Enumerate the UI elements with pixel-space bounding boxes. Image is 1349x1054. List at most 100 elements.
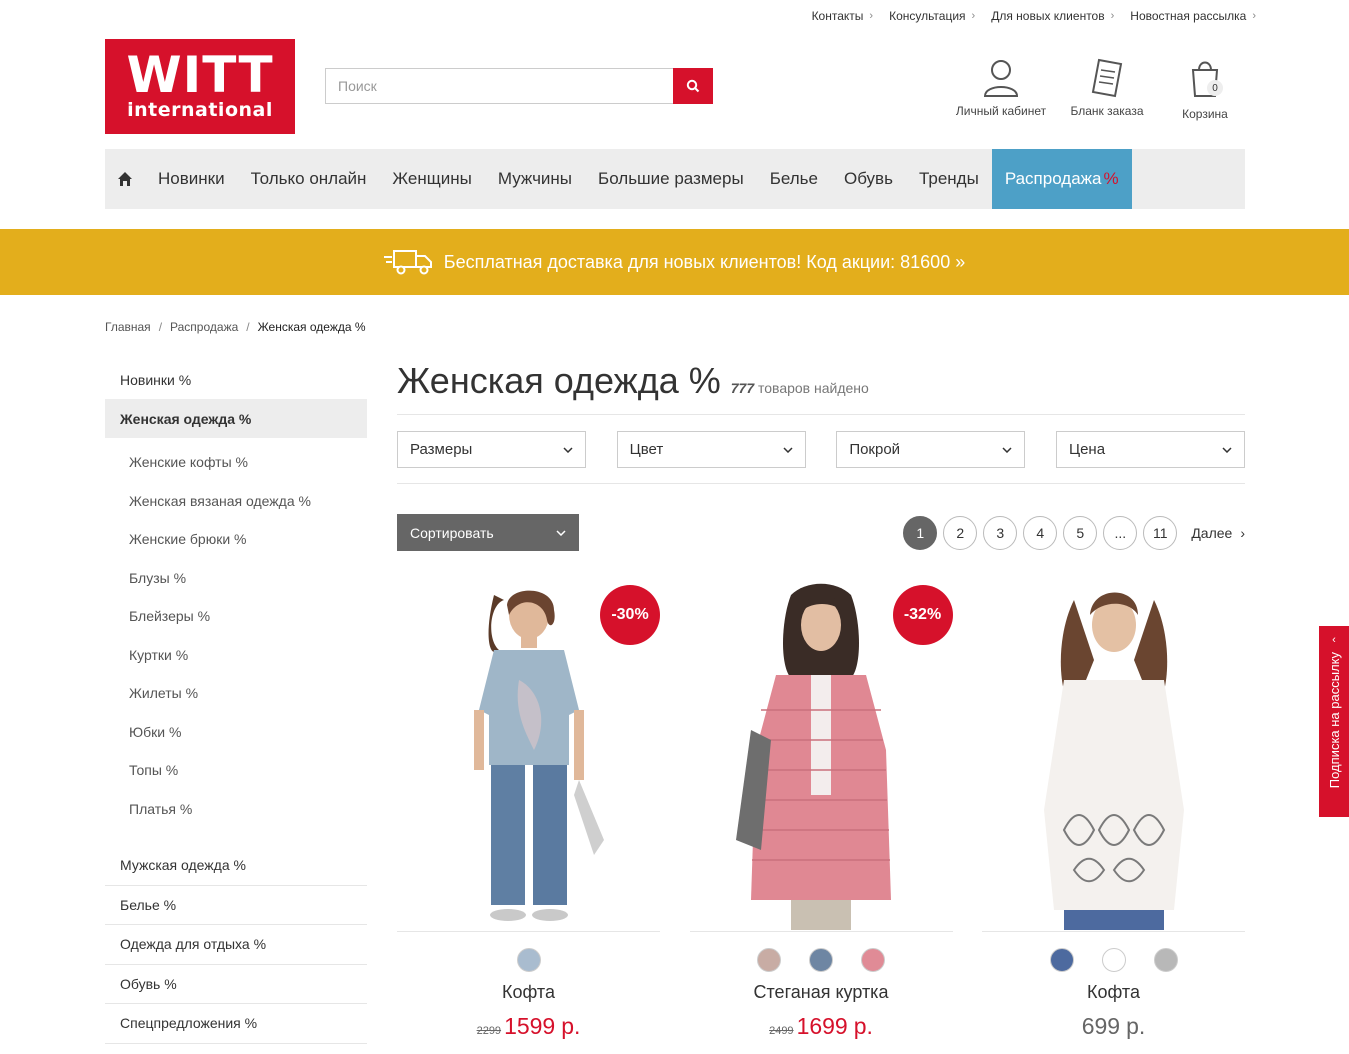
cart-icon-wrap: 0 [1185, 56, 1225, 103]
color-swatch[interactable] [516, 948, 541, 972]
search-icon [686, 79, 700, 93]
nav-item-shoes[interactable]: Обувь [831, 149, 906, 209]
nav-item-plus-sizes[interactable]: Большие размеры [585, 149, 757, 209]
page-button[interactable]: 5 [1063, 515, 1098, 550]
filter-price[interactable]: Цена [1055, 431, 1245, 468]
sidebar-subitem[interactable]: Жилеты % [105, 674, 367, 713]
search-input[interactable] [325, 68, 673, 104]
page-button[interactable]: 2 [943, 515, 978, 550]
discount-badge: -32% [892, 585, 953, 645]
promo-text: Бесплатная доставка для новых клиентов! … [443, 251, 966, 272]
sidebar-item-new[interactable]: Новинки % [105, 360, 367, 399]
currency: р. [1126, 1013, 1146, 1039]
search-button[interactable] [673, 68, 713, 104]
nav-item-trends[interactable]: Тренды [906, 149, 992, 209]
sidebar-subitem[interactable]: Женские кофты % [105, 443, 367, 482]
sidebar-item-special-offers[interactable]: Спецпредложения % [105, 1004, 367, 1044]
sidebar-item-shoes[interactable]: Обувь % [105, 965, 367, 1004]
filter-fit[interactable]: Покрой [836, 431, 1026, 468]
page-button[interactable]: 4 [1023, 515, 1058, 550]
next-page-link[interactable]: Далее › [1191, 525, 1245, 541]
page-button-last[interactable]: 11 [1143, 515, 1178, 550]
currency: р. [853, 1013, 873, 1039]
page-button-current[interactable]: 1 [903, 515, 938, 550]
chevron-down-icon [1002, 446, 1012, 453]
sidebar-subitem[interactable]: Женская вязаная одежда % [105, 482, 367, 521]
result-count: 777 товаров найдено [730, 380, 869, 396]
logo-wordmark: WITT [126, 45, 274, 104]
sidebar-subitem[interactable]: Блузы % [105, 559, 367, 598]
model-photo-white-top [1043, 592, 1184, 930]
product-name[interactable]: Кофта [397, 982, 660, 1003]
product-grid: -30% Кофта 2299 1599 р. -32% Стеганая ку… [397, 580, 1245, 1040]
top-link-consultation[interactable]: Консультация › [889, 9, 975, 23]
sale-price: 1699 [796, 1013, 848, 1039]
product-card[interactable]: Кофта 699 р. [982, 580, 1245, 1040]
sidebar-subitem[interactable]: Женские брюки % [105, 520, 367, 559]
cart-link[interactable]: 0 Корзина [1162, 56, 1248, 121]
chevron-right-icon: › [1240, 524, 1245, 541]
order-form-link[interactable]: Бланк заказа [1052, 56, 1162, 121]
home-link[interactable] [105, 171, 145, 187]
filter-color[interactable]: Цвет [616, 431, 806, 468]
filter-sizes[interactable]: Размеры [397, 431, 586, 468]
color-swatch[interactable] [809, 948, 833, 972]
sidebar-subitem[interactable]: Топы % [105, 751, 367, 790]
breadcrumb-home[interactable]: Главная [105, 320, 151, 334]
sidebar-item-mens-clothing[interactable]: Мужская одежда % [105, 846, 367, 886]
chevron-up-icon: ‹ [1332, 634, 1336, 646]
newsletter-side-tab[interactable]: ‹ Подписка на рассылку [1319, 626, 1349, 817]
product-card[interactable]: -32% Стеганая куртка 2499 1699 р. [689, 580, 953, 1040]
sidebar-subitem[interactable]: Юбки % [105, 713, 367, 752]
newsletter-tab-label: Подписка на рассылку [1326, 652, 1342, 789]
product-image[interactable] [982, 580, 1245, 932]
top-link-new-clients[interactable]: Для новых клиентов › [991, 9, 1114, 23]
main-nav: Новинки Только онлайн Женщины Мужчины Бо… [105, 149, 1245, 209]
page-button[interactable]: 3 [983, 515, 1018, 550]
model-photo-quilted-jacket [736, 583, 891, 930]
pagination: 1 2 3 4 5 ... 11 Далее › [903, 515, 1245, 550]
breadcrumb-sale[interactable]: Распродажа [170, 320, 238, 334]
nav-item-new[interactable]: Новинки [145, 149, 238, 209]
product-name[interactable]: Кофта [982, 982, 1245, 1003]
search-bar [325, 68, 713, 104]
color-swatch[interactable] [1049, 948, 1074, 972]
logo[interactable]: WITT international [105, 39, 295, 134]
color-swatch[interactable] [1101, 948, 1126, 972]
product-card[interactable]: -30% Кофта 2299 1599 р. [397, 580, 660, 1040]
chevron-down-icon [1222, 446, 1232, 453]
nav-item-sale[interactable]: Распродажа% [991, 149, 1132, 209]
top-link-newsletter[interactable]: Новостная рассылка › [1130, 9, 1256, 23]
page-title: Женская одежда % [397, 360, 721, 401]
nav-item-online-only[interactable]: Только онлайн [238, 149, 380, 209]
breadcrumb-separator: / [158, 320, 163, 334]
page-ellipsis[interactable]: ... [1103, 515, 1138, 550]
color-swatch[interactable] [1153, 948, 1178, 972]
sidebar-subitem[interactable]: Блейзеры % [105, 597, 367, 636]
chevron-right-icon: › [869, 10, 874, 22]
product-image[interactable]: -32% [689, 580, 953, 932]
old-price: 2299 [476, 1025, 502, 1037]
color-swatch[interactable] [757, 948, 781, 972]
color-swatch[interactable] [861, 948, 885, 972]
nav-item-lingerie[interactable]: Белье [757, 149, 831, 209]
sidebar-subitem[interactable]: Куртки % [105, 636, 367, 675]
sidebar-subitem[interactable]: Платья % [105, 790, 367, 829]
chevron-down-icon [783, 446, 793, 453]
sidebar-item-lingerie[interactable]: Белье % [105, 886, 367, 925]
sort-pager-row: Сортировать 1 2 3 4 5 ... 11 Далее › [397, 514, 1245, 551]
nav-item-women[interactable]: Женщины [379, 149, 484, 209]
sort-dropdown[interactable]: Сортировать [397, 514, 579, 551]
sidebar-item-womens-clothing[interactable]: Женская одежда % [105, 399, 367, 438]
sidebar-item-leisurewear[interactable]: Одежда для отдыха % [105, 925, 367, 965]
product-name[interactable]: Стеганая куртка [690, 982, 953, 1003]
nav-item-men[interactable]: Мужчины [485, 149, 585, 209]
top-link-contacts[interactable]: Контакты › [812, 9, 874, 23]
chevron-right-icon: › [1252, 10, 1256, 22]
account-link[interactable]: Личный кабинет [950, 56, 1052, 121]
cart-count: 0 [1207, 80, 1223, 96]
promo-banner[interactable]: Бесплатная доставка для новых клиентов! … [0, 229, 1349, 295]
header-icons: Личный кабинет Бланк заказа 0 Корзина [950, 56, 1248, 121]
product-image[interactable]: -30% [397, 580, 660, 932]
